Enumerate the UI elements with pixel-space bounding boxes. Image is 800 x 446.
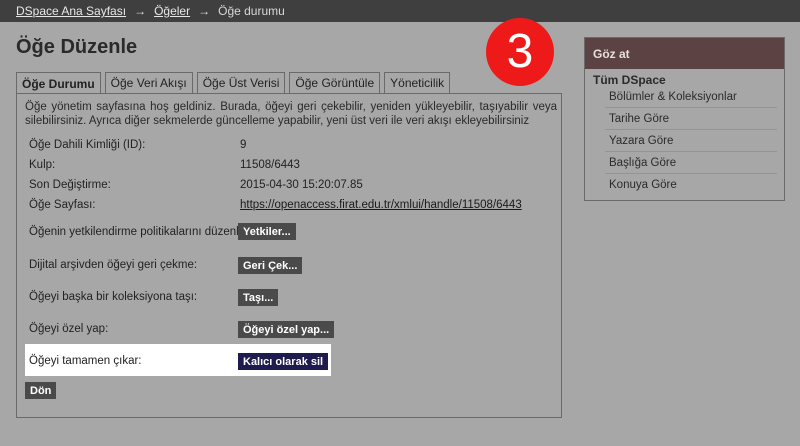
field-label-item-page: Öğe Sayfası: — [29, 199, 96, 211]
breadcrumb-items-link[interactable]: Öğeler — [154, 4, 190, 18]
breadcrumb-bar: DSpace Ana Sayfası → Öğeler → Öğe durumu — [0, 0, 800, 22]
browse-sidebar: Göz at Tüm DSpace Bölümler & Koleksiyonl… — [584, 37, 785, 201]
intro-text: Öğe yönetim sayfasına hoş geldiniz. Bura… — [25, 101, 557, 127]
field-value-id: 9 — [240, 139, 247, 151]
tab-bar: Öğe Durumu Öğe Veri Akışı Öğe Üst Verisi… — [16, 72, 454, 94]
action-label-withdraw: Dijital arşivden öğeyi geri çekme: — [29, 259, 198, 271]
item-page-link[interactable]: https://openaccess.firat.edu.tr/xmlui/ha… — [240, 199, 522, 211]
field-label-id: Öğe Dahili Kimliği (ID): — [29, 139, 146, 151]
breadcrumb-separator: → — [134, 4, 147, 18]
step-number-badge: 3 — [486, 18, 554, 86]
action-label-move: Öğeyi başka bir koleksiyona taşı: — [29, 291, 198, 303]
field-label-last-modified: Son Değiştirme: — [29, 179, 111, 191]
item-status-panel: Öğe yönetim sayfasına hoş geldiniz. Bura… — [16, 93, 562, 418]
page-title: Öğe Düzenle — [16, 36, 138, 58]
sidebar-item-by-subject[interactable]: Konuya Göre — [605, 174, 777, 196]
sidebar-item-by-date[interactable]: Tarihe Göre — [605, 108, 777, 130]
action-label-authorizations: Öğenin yetkilendirme politikalarını düze… — [29, 226, 249, 238]
tab-item-view[interactable]: Öğe Görüntüle — [289, 72, 381, 93]
sidebar-item-by-title[interactable]: Başlığa Göre — [605, 152, 777, 174]
action-label-delete: Öğeyi tamamen çıkar: — [29, 355, 142, 367]
field-label-handle: Kulp: — [29, 159, 56, 171]
tab-curate[interactable]: Yöneticilik — [384, 72, 451, 93]
sidebar-item-by-author[interactable]: Yazara Göre — [605, 130, 777, 152]
make-private-button[interactable]: Öğeyi özel yap... — [238, 321, 335, 338]
breadcrumb-separator: → — [198, 4, 211, 18]
authorizations-button[interactable]: Yetkiler... — [238, 223, 296, 240]
withdraw-button[interactable]: Geri Çek... — [238, 257, 303, 274]
tab-item-metadata[interactable]: Öğe Üst Verisi — [196, 72, 286, 93]
sidebar-title: Göz at — [585, 38, 784, 69]
sidebar-item-communities[interactable]: Bölümler & Koleksiyonlar — [605, 86, 777, 108]
tab-item-status[interactable]: Öğe Durumu — [16, 72, 101, 94]
move-button[interactable]: Taşı... — [238, 289, 279, 306]
breadcrumb-home-link[interactable]: DSpace Ana Sayfası — [16, 4, 126, 18]
sidebar-section-title: Tüm DSpace — [593, 73, 666, 87]
delete-permanently-button[interactable]: Kalıcı olarak sil — [238, 353, 329, 370]
breadcrumb-current: Öğe durumu — [218, 4, 285, 18]
field-value-last-modified: 2015-04-30 15:20:07.85 — [240, 179, 363, 191]
action-label-make-private: Öğeyi özel yap: — [29, 323, 109, 335]
field-value-handle: 11508/6443 — [240, 159, 300, 171]
return-button[interactable]: Dön — [25, 382, 57, 399]
tab-item-bitstreams[interactable]: Öğe Veri Akışı — [104, 72, 193, 93]
